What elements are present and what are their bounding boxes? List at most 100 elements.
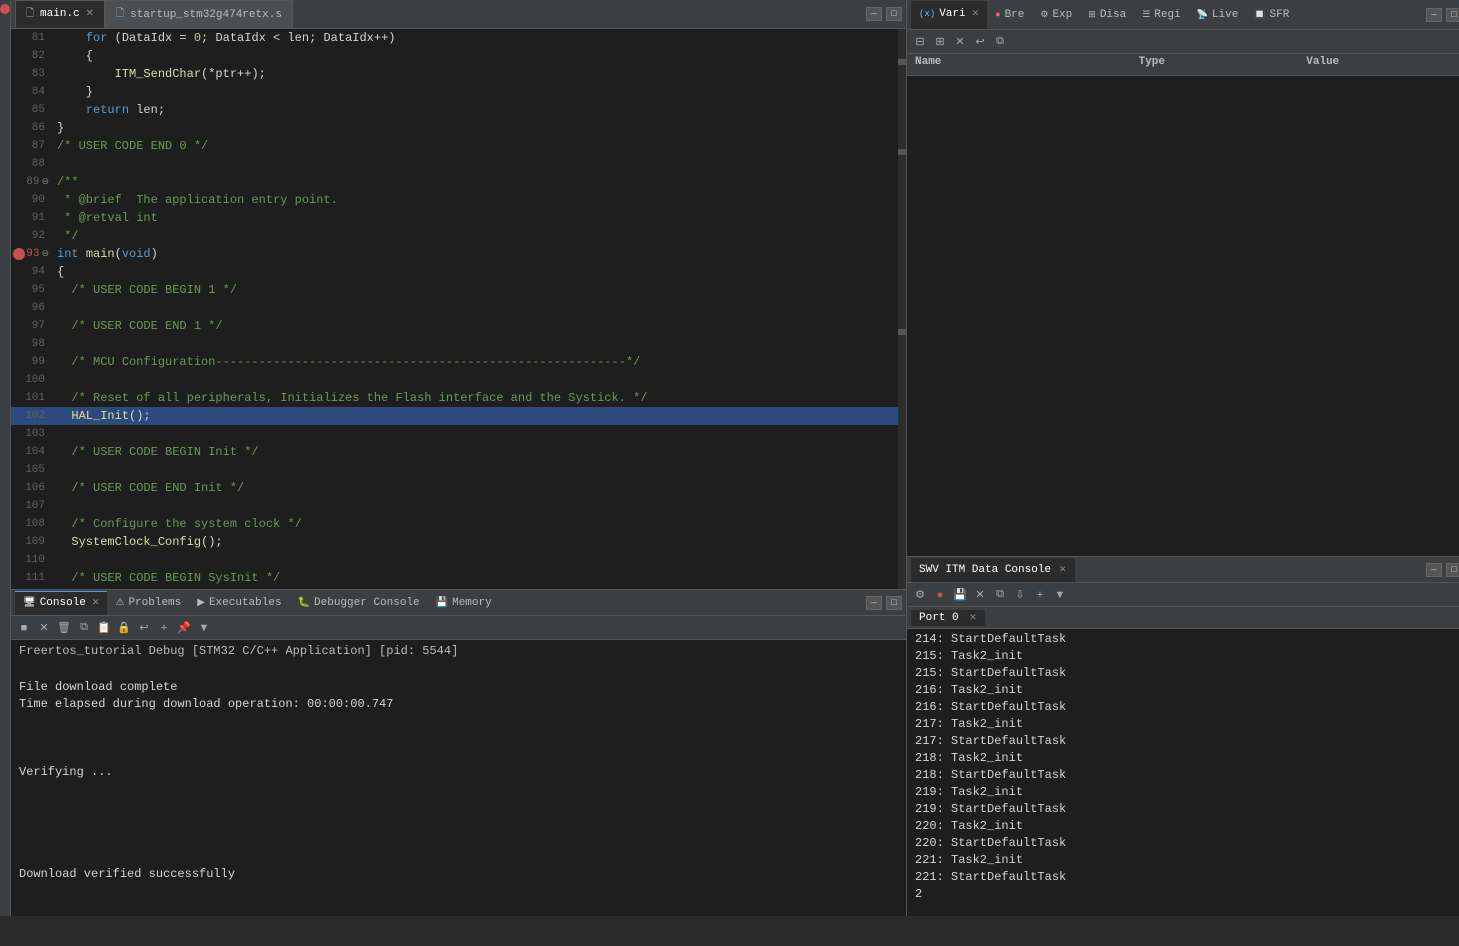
right-top-min-btn[interactable]: —: [1426, 8, 1442, 22]
debugger-icon: 🐛: [298, 597, 310, 609]
file-icon: 🗋: [26, 6, 34, 23]
swv-save-btn[interactable]: 💾: [951, 586, 969, 604]
maximize-btn[interactable]: □: [886, 7, 902, 21]
select-all-btn[interactable]: ⊞: [931, 33, 949, 51]
tab-memory[interactable]: 💾 Memory: [428, 591, 500, 615]
tab-swv[interactable]: SWV ITM Data Console ✕: [911, 558, 1075, 582]
swv-min-btn[interactable]: —: [1426, 563, 1442, 577]
port-0-close[interactable]: ✕: [969, 613, 977, 623]
line-content-93: int main(void): [53, 245, 898, 263]
swv-settings-btn[interactable]: ⚙: [911, 586, 929, 604]
port-0-tab[interactable]: Port 0 ✕: [911, 610, 985, 626]
vars-header-value: Value: [1298, 54, 1459, 75]
code-line-89: 89⊖ /**: [11, 173, 898, 191]
tab-breakpoints[interactable]: ● Bre: [987, 1, 1032, 29]
console-line-3: Time elapsed during download operation: …: [19, 696, 898, 713]
swv-copy-btn[interactable]: ⧉: [991, 586, 1009, 604]
tab-sfr[interactable]: 🔲 SFR: [1246, 1, 1297, 29]
line-content-97: /* USER CODE END 1 */: [53, 317, 898, 335]
code-line-107: 107: [11, 497, 898, 515]
code-line-97: 97 /* USER CODE END 1 */: [11, 317, 898, 335]
code-line-99: 99 /* MCU Configuration-----------------…: [11, 353, 898, 371]
line-content-99: /* MCU Configuration--------------------…: [53, 353, 898, 371]
paste-btn[interactable]: 📋: [95, 619, 113, 637]
console-line-6: [19, 747, 898, 764]
swv-max-btn[interactable]: □: [1446, 563, 1459, 577]
restore-btn[interactable]: ↩: [971, 33, 989, 51]
line-content-109: SystemClock_Config();: [53, 533, 898, 551]
code-line-83: 83 ITM_SendChar(*ptr++);: [11, 65, 898, 83]
tab-executables[interactable]: ▶ Executables: [189, 591, 289, 615]
console-line-2: File download complete: [19, 679, 898, 696]
tab-problems[interactable]: ⚠ Problems: [107, 591, 189, 615]
minimize-btn[interactable]: —: [866, 7, 882, 21]
stop-btn[interactable]: ■: [15, 619, 33, 637]
copy-btn[interactable]: ⧉: [75, 619, 93, 637]
word-wrap-btn[interactable]: ↩: [135, 619, 153, 637]
tab-expressions[interactable]: ⚙ Exp: [1032, 1, 1080, 29]
code-lines-area[interactable]: 81 for (DataIdx = 0; DataIdx < len; Data…: [11, 29, 898, 589]
bottom-panel: 🖥 Console ✕ ⚠ Problems ▶ Executables 🐛: [11, 589, 906, 916]
line-content-82: {: [53, 47, 898, 65]
var-icon: (x): [919, 9, 935, 19]
tab-startup[interactable]: 🗋 startup_stm32g474retx.s: [105, 0, 293, 28]
line-content-85: return len;: [53, 101, 898, 119]
swv-clear-btn[interactable]: ✕: [971, 586, 989, 604]
line-num-86: 86: [11, 119, 53, 137]
new-console-btn[interactable]: +: [155, 619, 173, 637]
editor-scrollbar[interactable]: [898, 29, 906, 589]
line-num-103: 103: [11, 425, 53, 443]
console-line-4: [19, 713, 898, 730]
console-toolbar: ■ ✕ 🗑 ⧉ 📋 🔒 ↩ + 📌 ▼: [11, 616, 906, 640]
tab-variables-close[interactable]: ✕: [972, 9, 980, 19]
disa-icon: ⊞: [1088, 10, 1096, 20]
console-line-13: Download verified successfully: [19, 866, 898, 883]
swv-record-btn[interactable]: ●: [931, 586, 949, 604]
swv-scroll-btn[interactable]: ⇩: [1011, 586, 1029, 604]
swv-more-btn[interactable]: ▼: [1051, 586, 1069, 604]
line-content-95: /* USER CODE BEGIN 1 */: [53, 281, 898, 299]
line-num-84: 84: [11, 83, 53, 101]
tab-main-c-close[interactable]: ✕: [86, 8, 94, 20]
clear-btn[interactable]: 🗑: [55, 619, 73, 637]
vars-header-type: Type: [1131, 54, 1299, 75]
code-line-106: 106 /* USER CODE END Init */: [11, 479, 898, 497]
tab-variables[interactable]: (x) Vari ✕: [911, 1, 987, 29]
collapse-all-btn[interactable]: ⊟: [911, 33, 929, 51]
scroll-marker-3: [898, 329, 906, 335]
right-top-max-btn[interactable]: □: [1446, 8, 1459, 22]
fold-btn-89[interactable]: ⊖: [41, 177, 49, 187]
code-line-98: 98: [11, 335, 898, 353]
swv-line-10: 219: Task2_init: [915, 784, 1458, 801]
swv-close[interactable]: ✕: [1059, 565, 1067, 575]
code-with-scrollbar: 81 for (DataIdx = 0; DataIdx < len; Data…: [11, 29, 906, 589]
console-line-8: [19, 781, 898, 798]
line-num-105: 105: [11, 461, 53, 479]
swv-add-btn[interactable]: +: [1031, 586, 1049, 604]
fold-btn-93[interactable]: ⊖: [41, 249, 49, 259]
tab-registers[interactable]: ☰ Regi: [1134, 1, 1188, 29]
line-content-94: {: [53, 263, 898, 281]
tab-console[interactable]: 🖥 Console ✕: [15, 591, 107, 615]
copy-right-btn[interactable]: ⧉: [991, 33, 1009, 51]
tab-console-close[interactable]: ✕: [92, 598, 100, 608]
swv-content: 214: StartDefaultTask 215: Task2_init 21…: [907, 629, 1459, 916]
tab-live[interactable]: 📡 Live: [1189, 1, 1247, 29]
line-num-112: 112: [11, 587, 53, 589]
scroll-lock-btn[interactable]: 🔒: [115, 619, 133, 637]
tab-disassembly[interactable]: ⊞ Disa: [1080, 1, 1134, 29]
tab-debugger-console[interactable]: 🐛 Debugger Console: [290, 591, 428, 615]
more-btn[interactable]: ▼: [195, 619, 213, 637]
tab-startup-label: startup_stm32g474retx.s: [130, 9, 282, 21]
bottom-maximize-btn[interactable]: □: [886, 596, 902, 610]
tab-breakpoints-label: Bre: [1005, 9, 1025, 21]
pin-btn[interactable]: 📌: [175, 619, 193, 637]
disconnect-btn[interactable]: ✕: [35, 619, 53, 637]
console-text: File download complete Time elapsed duri…: [19, 662, 898, 883]
delete-btn[interactable]: ✕: [951, 33, 969, 51]
swv-tab-bar: SWV ITM Data Console ✕ — □: [907, 557, 1459, 583]
tab-expressions-label: Exp: [1052, 9, 1072, 21]
tab-main-c[interactable]: 🗋 main.c ✕: [15, 0, 105, 28]
regi-icon: ☰: [1142, 10, 1150, 20]
bottom-minimize-btn[interactable]: —: [866, 596, 882, 610]
